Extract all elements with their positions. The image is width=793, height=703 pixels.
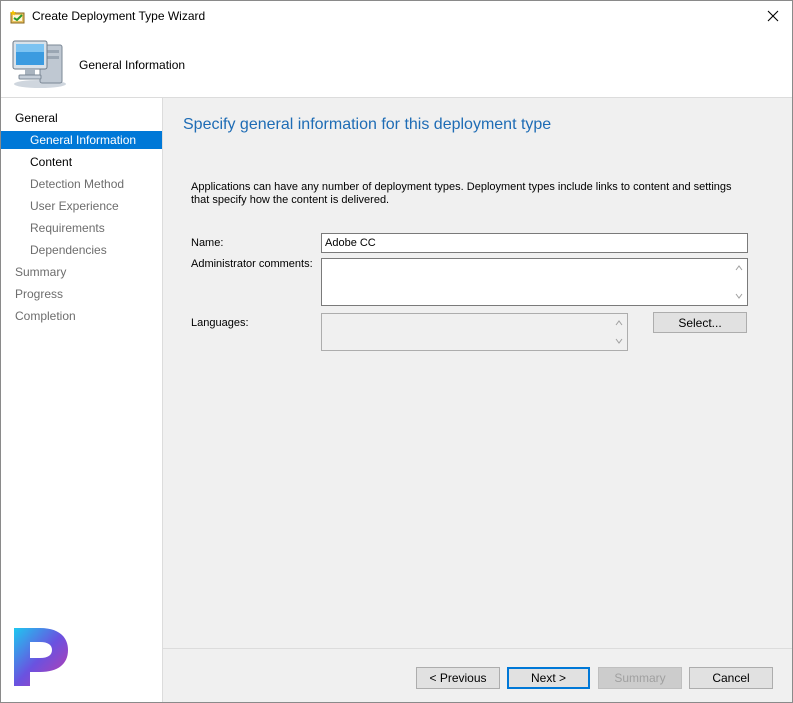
languages-label: Languages: — [191, 317, 249, 329]
next-button[interactable]: Next > — [507, 667, 590, 689]
wizard-steps-sidebar: General General Information Content Dete… — [1, 98, 163, 702]
languages-list[interactable] — [321, 313, 628, 351]
sidebar-item-completion: Completion — [15, 309, 76, 323]
summary-button: Summary — [598, 667, 682, 689]
sidebar-item-summary: Summary — [15, 265, 67, 279]
scroll-up-icon — [735, 265, 743, 271]
select-languages-button[interactable]: Select... — [653, 312, 747, 333]
close-icon — [767, 10, 779, 22]
name-label: Name: — [191, 237, 224, 249]
scroll-down-icon — [615, 338, 623, 344]
previous-button[interactable]: < Previous — [416, 667, 500, 689]
title-bar: Create Deployment Type Wizard — [1, 1, 792, 32]
cancel-button[interactable]: Cancel — [689, 667, 773, 689]
brand-logo-icon — [10, 624, 72, 690]
administrator-comments-field[interactable] — [321, 258, 748, 306]
main-panel: Specify general information for this dep… — [163, 98, 792, 648]
page-description: Applications can have any number of depl… — [191, 181, 732, 206]
wizard-icon — [10, 9, 26, 25]
wizard-header: General Information — [1, 32, 792, 98]
wizard-footer: < Previous Next > Summary Cancel — [163, 648, 792, 702]
page-title: Specify general information for this dep… — [183, 116, 552, 133]
header-title: General Information — [79, 58, 186, 72]
sidebar-item-general-information: General Information — [1, 131, 162, 149]
name-field[interactable]: Adobe CC — [321, 233, 748, 253]
sidebar-item-general: General — [15, 111, 58, 125]
close-button[interactable] — [762, 5, 784, 27]
wizard-window: Create Deployment Type Wizard General In… — [0, 0, 793, 703]
computer-icon — [10, 37, 68, 89]
comments-label: Administrator comments: — [191, 258, 313, 270]
window-title: Create Deployment Type Wizard — [32, 9, 206, 23]
languages-scrollbar[interactable] — [612, 315, 626, 349]
scroll-up-icon — [615, 320, 623, 326]
comments-scrollbar[interactable] — [732, 260, 746, 304]
sidebar-item-progress: Progress — [15, 287, 64, 301]
scroll-down-icon — [735, 293, 743, 299]
